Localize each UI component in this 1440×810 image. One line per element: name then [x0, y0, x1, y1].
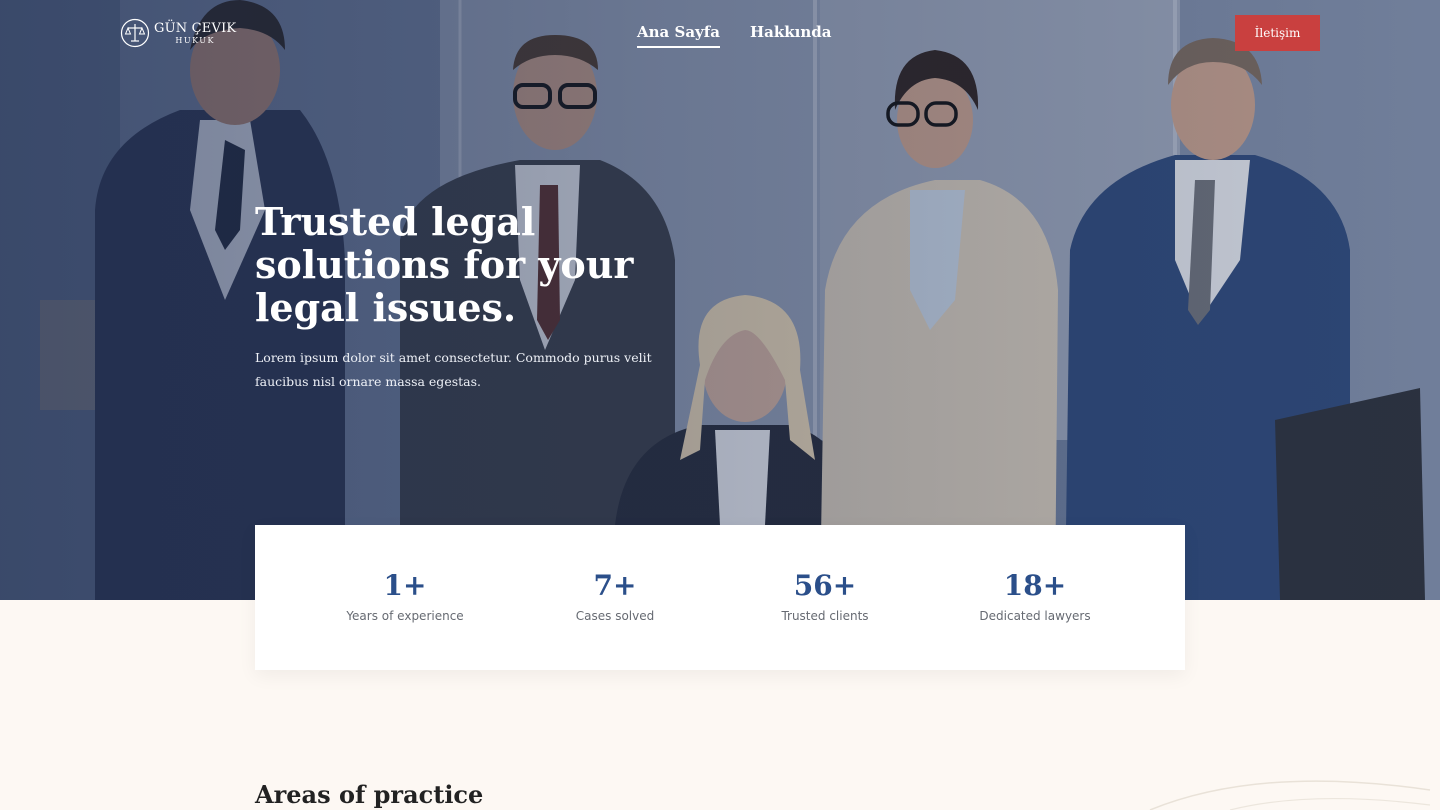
main-nav: Ana Sayfa Hakkında — [637, 23, 831, 48]
stat-label: Dedicated lawyers — [979, 609, 1091, 623]
stat-value: 1+ — [383, 569, 427, 602]
brand-name: GÜN ÇEVIK — [154, 20, 237, 36]
stat-item: 56+ Trusted clients — [715, 569, 935, 623]
nav-link-home[interactable]: Ana Sayfa — [637, 23, 720, 48]
hero-section — [0, 0, 1440, 600]
stat-label: Trusted clients — [781, 609, 869, 623]
stat-label: Cases solved — [575, 609, 655, 623]
contact-button[interactable]: İletişim — [1235, 15, 1320, 51]
section-title-practice-areas: Areas of practice — [255, 780, 484, 809]
brand-subtitle: HUKUK — [175, 35, 215, 45]
decorative-arc — [1149, 780, 1431, 810]
nav-link-about[interactable]: Hakkında — [750, 23, 832, 48]
stat-item: 18+ Dedicated lawyers — [925, 569, 1145, 623]
stat-value: 56+ — [793, 569, 857, 602]
scales-of-justice-icon — [120, 18, 150, 48]
hero-description: Lorem ipsum dolor sit amet consectetur. … — [255, 350, 652, 389]
stat-value: 18+ — [1003, 569, 1067, 602]
stat-value: 7+ — [593, 569, 637, 602]
brand-logo[interactable]: GÜN ÇEVIK HUKUK — [120, 18, 236, 48]
stat-label: Years of experience — [346, 609, 464, 623]
stat-item: 7+ Cases solved — [505, 569, 725, 623]
stat-item: 1+ Years of experience — [295, 569, 515, 623]
stats-card: 1+ Years of experience 7+ Cases solved 5… — [255, 525, 1185, 670]
hero-title: Trusted legal solutions for your legal i… — [255, 199, 634, 330]
hero-overlay — [0, 0, 1440, 600]
